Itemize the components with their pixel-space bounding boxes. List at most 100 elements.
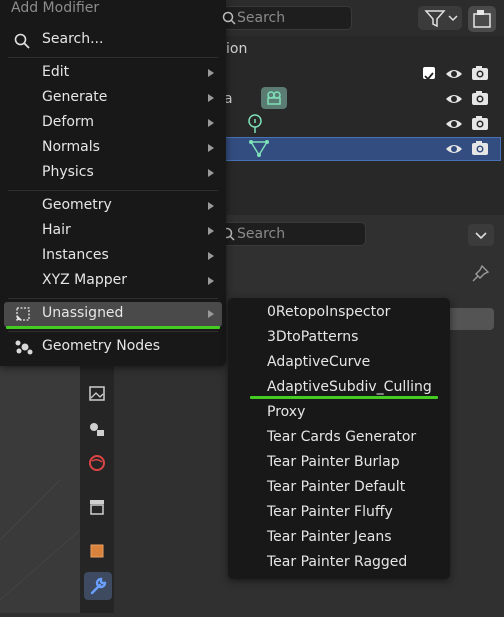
outliner-search-input[interactable]: Search bbox=[224, 6, 352, 30]
search-icon bbox=[14, 33, 30, 49]
menu-title: Add Modifier bbox=[11, 0, 100, 16]
submenu-item-label: Tear Cards Generator bbox=[267, 429, 417, 445]
menu-item-label: Geometry bbox=[42, 197, 112, 213]
visibility-eye-icon[interactable] bbox=[445, 115, 463, 133]
submenu-item-label: Tear Painter Burlap bbox=[267, 454, 400, 470]
menu-item-label: Edit bbox=[42, 64, 70, 80]
menu-item-unassigned[interactable]: Unassigned bbox=[4, 302, 222, 327]
menu-item-label: Instances bbox=[42, 247, 109, 263]
menu-item-xyz-mapper[interactable]: XYZ Mapper bbox=[4, 269, 222, 294]
menu-item-label: Normals bbox=[42, 139, 100, 155]
menu-item-label: Geometry Nodes bbox=[42, 338, 161, 354]
submenu-item-label: AdaptiveSubdiv_Culling bbox=[267, 379, 432, 395]
filter-button[interactable] bbox=[418, 6, 462, 30]
menu-item-physics[interactable]: Physics bbox=[4, 161, 222, 186]
camera-data-icon[interactable] bbox=[261, 87, 287, 109]
submenu-arrow-icon bbox=[208, 69, 214, 77]
submenu-arrow-icon bbox=[208, 119, 214, 127]
menu-separator bbox=[8, 190, 218, 191]
menu-separator bbox=[8, 331, 218, 332]
menu-item-generate[interactable]: Generate bbox=[4, 86, 222, 111]
menu-item-normals[interactable]: Normals bbox=[4, 136, 222, 161]
menu-item-label: Physics bbox=[42, 164, 94, 180]
wrench-icon bbox=[90, 577, 107, 595]
menu-item-label: Hair bbox=[42, 222, 71, 238]
visibility-eye-icon[interactable] bbox=[445, 65, 463, 83]
submenu-item[interactable]: 0RetopoInspector bbox=[228, 301, 450, 326]
submenu-arrow-icon bbox=[208, 310, 214, 318]
geometry-nodes-icon bbox=[15, 340, 33, 355]
outliner-search-placeholder: Search bbox=[237, 10, 286, 26]
submenu-item[interactable]: Proxy bbox=[228, 401, 450, 426]
menu-separator bbox=[8, 57, 218, 58]
checkmark-icon bbox=[424, 72, 434, 81]
menu-item-hair[interactable]: Hair bbox=[4, 219, 222, 244]
submenu-arrow-icon bbox=[208, 169, 214, 177]
menu-item-geometry[interactable]: Geometry bbox=[4, 194, 222, 219]
submenu-item-label: Tear Painter Jeans bbox=[267, 529, 392, 545]
menu-item-label: Generate bbox=[42, 89, 108, 105]
tab-scene-icon[interactable] bbox=[86, 417, 108, 439]
submenu-item[interactable]: Tear Painter Fluffy bbox=[228, 501, 450, 526]
visibility-eye-icon[interactable] bbox=[445, 90, 463, 108]
mesh-data-icon bbox=[249, 140, 269, 157]
submenu-item[interactable]: 3DtoPatterns bbox=[228, 326, 450, 351]
submenu-arrow-icon bbox=[208, 94, 214, 102]
pin-icon[interactable] bbox=[470, 264, 490, 284]
unassigned-submenu: 0RetopoInspector 3DtoPatterns AdaptiveCu… bbox=[228, 298, 450, 579]
viewport-background bbox=[0, 360, 81, 613]
tab-world-icon[interactable] bbox=[86, 452, 108, 474]
submenu-item[interactable]: Tear Painter Ragged bbox=[228, 551, 450, 576]
submenu-item-label: Tear Painter Fluffy bbox=[267, 504, 393, 520]
submenu-item[interactable]: Tear Painter Default bbox=[228, 476, 450, 501]
exclude-checkbox[interactable] bbox=[423, 67, 435, 81]
submenu-arrow-icon bbox=[208, 277, 214, 285]
highlight-underline bbox=[6, 326, 220, 329]
submenu-item-label: Tear Painter Default bbox=[267, 479, 406, 495]
render-camera-icon[interactable] bbox=[471, 64, 489, 82]
submenu-item-label: 0RetopoInspector bbox=[267, 304, 391, 320]
menu-item-edit[interactable]: Edit bbox=[4, 61, 222, 86]
filter-icon bbox=[424, 10, 458, 28]
render-camera-icon[interactable] bbox=[471, 139, 489, 157]
menu-item-geometry-nodes[interactable]: Geometry Nodes bbox=[4, 335, 222, 360]
submenu-item[interactable]: AdaptiveCurve bbox=[228, 351, 450, 376]
submenu-arrow-icon bbox=[208, 144, 214, 152]
properties-options-dropdown[interactable] bbox=[468, 224, 494, 246]
search-icon bbox=[222, 11, 236, 25]
unassigned-asset-icon bbox=[16, 307, 30, 321]
tab-output-icon[interactable] bbox=[86, 382, 108, 404]
submenu-item[interactable]: Tear Cards Generator bbox=[228, 426, 450, 451]
tab-modifiers[interactable] bbox=[84, 572, 112, 600]
render-camera-icon[interactable] bbox=[471, 114, 489, 132]
submenu-item[interactable]: Tear Painter Burlap bbox=[228, 451, 450, 476]
submenu-arrow-icon bbox=[208, 202, 214, 210]
properties-search-input[interactable]: Search bbox=[221, 222, 366, 246]
tab-object-icon[interactable] bbox=[86, 540, 108, 562]
chevron-down-icon bbox=[448, 15, 458, 22]
menu-item-label: XYZ Mapper bbox=[42, 272, 127, 288]
submenu-item-label: Tear Painter Ragged bbox=[267, 554, 408, 570]
menu-search-label: Search... bbox=[42, 31, 104, 47]
menu-item-deform[interactable]: Deform bbox=[4, 111, 222, 136]
menu-item-instances[interactable]: Instances bbox=[4, 244, 222, 269]
submenu-item[interactable]: Tear Painter Jeans bbox=[228, 526, 450, 551]
submenu-item-label: AdaptiveCurve bbox=[267, 354, 371, 370]
menu-search-item[interactable]: Search... bbox=[4, 28, 222, 53]
new-collection-button[interactable] bbox=[468, 6, 496, 32]
light-data-icon[interactable] bbox=[245, 112, 265, 136]
menu-separator bbox=[8, 298, 218, 299]
submenu-arrow-icon bbox=[208, 252, 214, 260]
render-camera-icon[interactable] bbox=[471, 89, 489, 107]
tab-collection-icon[interactable] bbox=[86, 496, 108, 518]
outliner-column-label: ion bbox=[226, 41, 248, 57]
visibility-eye-icon[interactable] bbox=[445, 140, 463, 158]
submenu-item-label: Proxy bbox=[267, 404, 306, 420]
menu-item-label: Unassigned bbox=[42, 305, 124, 321]
add-modifier-menu: Add Modifier Search... Edit Generate Def… bbox=[0, 0, 226, 366]
new-collection-icon bbox=[473, 10, 491, 28]
submenu-item-label: 3DtoPatterns bbox=[267, 329, 359, 345]
properties-search-placeholder: Search bbox=[237, 226, 286, 242]
menu-item-label: Deform bbox=[42, 114, 95, 130]
chevron-down-icon bbox=[475, 232, 487, 240]
